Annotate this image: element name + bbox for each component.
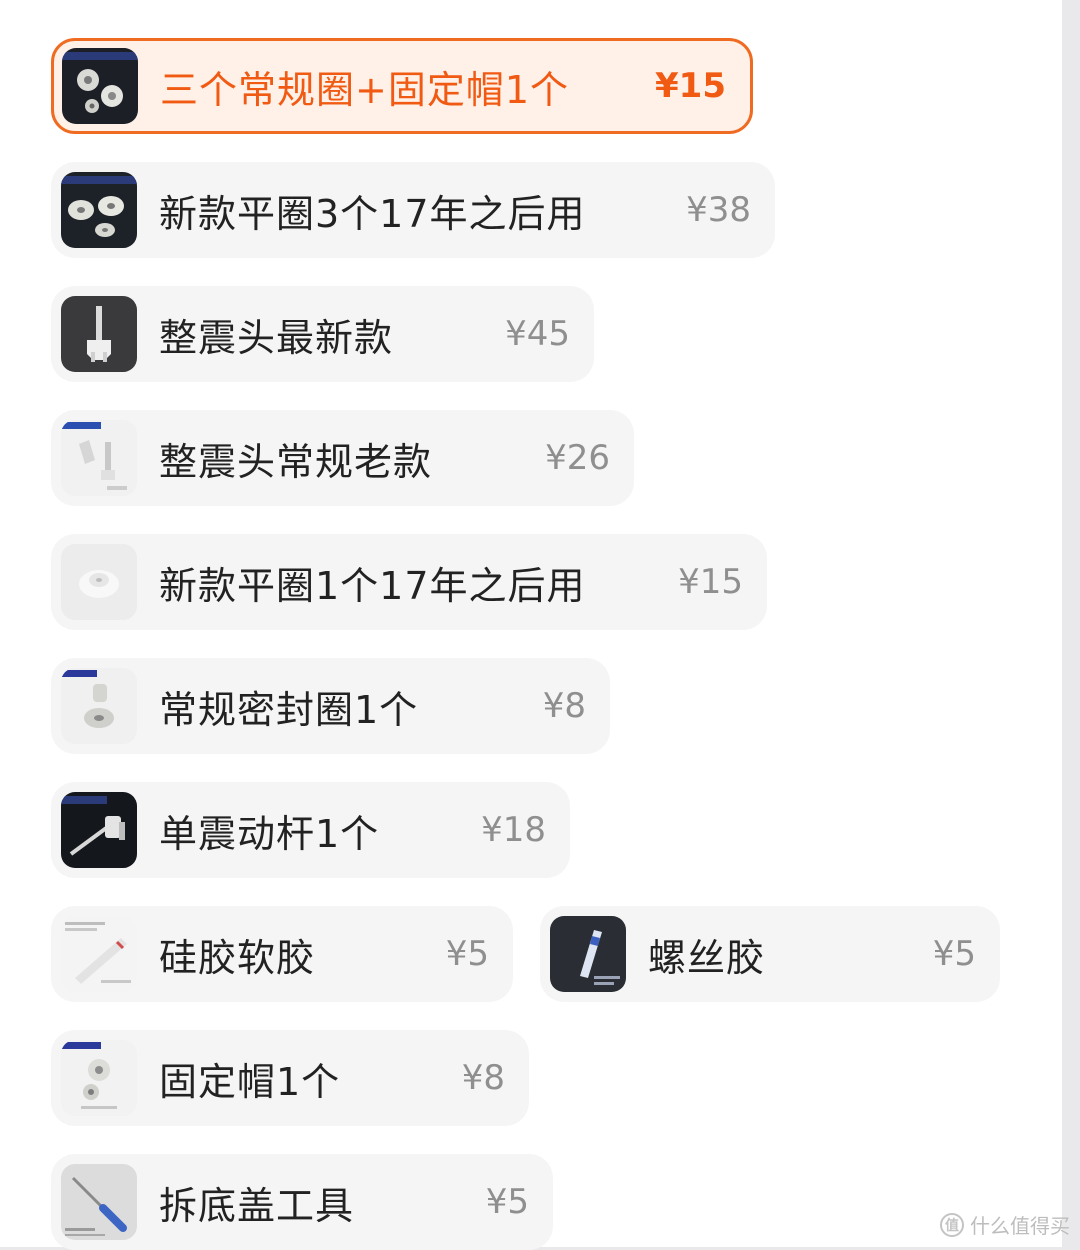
vibration-head-new-thumbnail — [61, 296, 137, 372]
option-screw-glue[interactable]: 螺丝胶 ¥5 — [540, 906, 1000, 1002]
screwdriver-thumbnail — [61, 1164, 137, 1240]
option-label: 整震头常规老款 — [159, 439, 433, 484]
seal-ring-thumbnail — [61, 668, 137, 744]
option-label: 固定帽1个 — [159, 1059, 341, 1104]
option-silicone-glue[interactable]: 硅胶软胶 ¥5 — [51, 906, 513, 1002]
option-label: 常规密封圈1个 — [159, 687, 419, 732]
sku-options-panel: 三个常规圈+固定帽1个 ¥15 新款平圈3个17年之后用 ¥38 整震头最新款 … — [0, 0, 1062, 1250]
option-price: ¥5 — [445, 934, 489, 974]
flat-rings-thumbnail — [61, 172, 137, 248]
option-label: 螺丝胶 — [648, 935, 766, 980]
option-label: 新款平圈3个17年之后用 — [159, 191, 586, 236]
option-label: 整震头最新款 — [159, 315, 394, 360]
option-price: ¥38 — [686, 190, 751, 230]
watermark: 值 什么值得买 — [940, 1210, 1070, 1239]
option-price: ¥8 — [542, 686, 586, 726]
option-label: 硅胶软胶 — [159, 935, 316, 980]
option-label: 三个常规圈+固定帽1个 — [160, 67, 570, 112]
option-seal-ring-1[interactable]: 常规密封圈1个 ¥8 — [51, 658, 610, 754]
option-price: ¥45 — [505, 314, 570, 354]
option-fixing-cap[interactable]: 固定帽1个 ¥8 — [51, 1030, 529, 1126]
option-price: ¥8 — [461, 1058, 505, 1098]
option-label: 单震动杆1个 — [159, 811, 380, 856]
vibration-head-old-thumbnail — [61, 420, 137, 496]
option-vibration-head-new[interactable]: 整震头最新款 ¥45 — [51, 286, 594, 382]
screw-glue-thumbnail — [550, 916, 626, 992]
silicone-glue-thumbnail — [61, 916, 137, 992]
flat-ring-thumbnail — [61, 544, 137, 620]
option-price: ¥5 — [485, 1182, 529, 1222]
option-seal-rings-cap[interactable]: 三个常规圈+固定帽1个 ¥15 — [51, 38, 753, 134]
option-vibration-rod[interactable]: 单震动杆1个 ¥18 — [51, 782, 570, 878]
seal-rings-with-cap-thumbnail — [62, 48, 138, 124]
option-price: ¥15 — [655, 66, 726, 106]
watermark-text: 什么值得买 — [970, 1214, 1070, 1238]
option-vibration-head-old[interactable]: 整震头常规老款 ¥26 — [51, 410, 634, 506]
option-price: ¥5 — [932, 934, 976, 974]
option-flat-ring-1[interactable]: 新款平圈1个17年之后用 ¥15 — [51, 534, 767, 630]
option-price: ¥26 — [545, 438, 610, 478]
fixing-cap-thumbnail — [61, 1040, 137, 1116]
option-label: 拆底盖工具 — [159, 1183, 355, 1228]
option-flat-rings-3[interactable]: 新款平圈3个17年之后用 ¥38 — [51, 162, 775, 258]
option-label: 新款平圈1个17年之后用 — [159, 563, 586, 608]
option-price: ¥18 — [481, 810, 546, 850]
option-screwdriver-tool[interactable]: 拆底盖工具 ¥5 — [51, 1154, 553, 1250]
vibration-rod-thumbnail — [61, 792, 137, 868]
option-price: ¥15 — [678, 562, 743, 602]
smzdm-logo-icon: 值 — [940, 1212, 964, 1237]
